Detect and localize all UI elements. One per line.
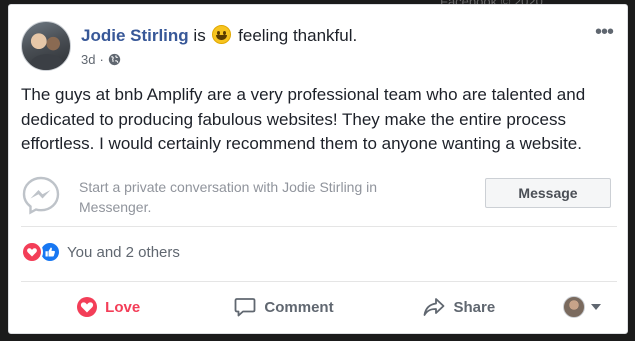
love-icon — [21, 241, 43, 263]
comment-icon — [235, 298, 256, 317]
feeling-text: feeling thankful. — [233, 26, 358, 45]
post-body-text: The guys at bnb Amplify are a very profe… — [21, 85, 586, 153]
post-actions-bar: Love Comment Share — [21, 289, 617, 325]
post-card: Jodie Stirling is feeling thankful. 3d ·… — [8, 4, 628, 334]
post-meta: 3d · — [81, 52, 357, 67]
headline-is-text: is — [188, 26, 211, 45]
love-button[interactable]: Love — [21, 289, 196, 325]
author-name-link[interactable]: Jodie Stirling — [81, 26, 189, 45]
share-button-label: Share — [453, 298, 496, 316]
love-icon — [77, 297, 98, 317]
post-header-text: Jodie Stirling is feeling thankful. 3d · — [81, 25, 357, 71]
post-header: Jodie Stirling is feeling thankful. 3d · — [21, 21, 357, 71]
reactions-summary[interactable]: You and 2 others — [21, 241, 180, 263]
comment-button[interactable]: Comment — [196, 289, 371, 325]
comment-button-label: Comment — [264, 298, 334, 316]
share-button[interactable]: Share — [372, 289, 547, 325]
post-timestamp[interactable]: 3d — [81, 52, 95, 67]
react-as-selector[interactable] — [547, 296, 617, 318]
user-avatar — [562, 296, 585, 318]
messenger-icon — [22, 176, 60, 215]
meta-separator: · — [99, 52, 104, 67]
actions-divider — [21, 281, 617, 282]
more-options-icon[interactable]: ••• — [595, 22, 614, 42]
chevron-down-icon — [590, 304, 601, 310]
author-avatar[interactable] — [21, 21, 71, 71]
messenger-prompt: Start a private conversation with Jodie … — [21, 171, 617, 227]
messenger-prompt-text: Start a private conversation with Jodie … — [79, 179, 378, 215]
love-button-label: Love — [105, 298, 141, 316]
message-button[interactable]: Message — [485, 178, 611, 208]
globe-icon[interactable] — [108, 53, 121, 66]
share-arrow-icon — [424, 298, 445, 316]
post-headline: Jodie Stirling is feeling thankful. — [81, 25, 357, 47]
reactions-count-text[interactable]: You and 2 others — [67, 244, 180, 261]
slightly-smiling-face-icon — [212, 25, 232, 44]
